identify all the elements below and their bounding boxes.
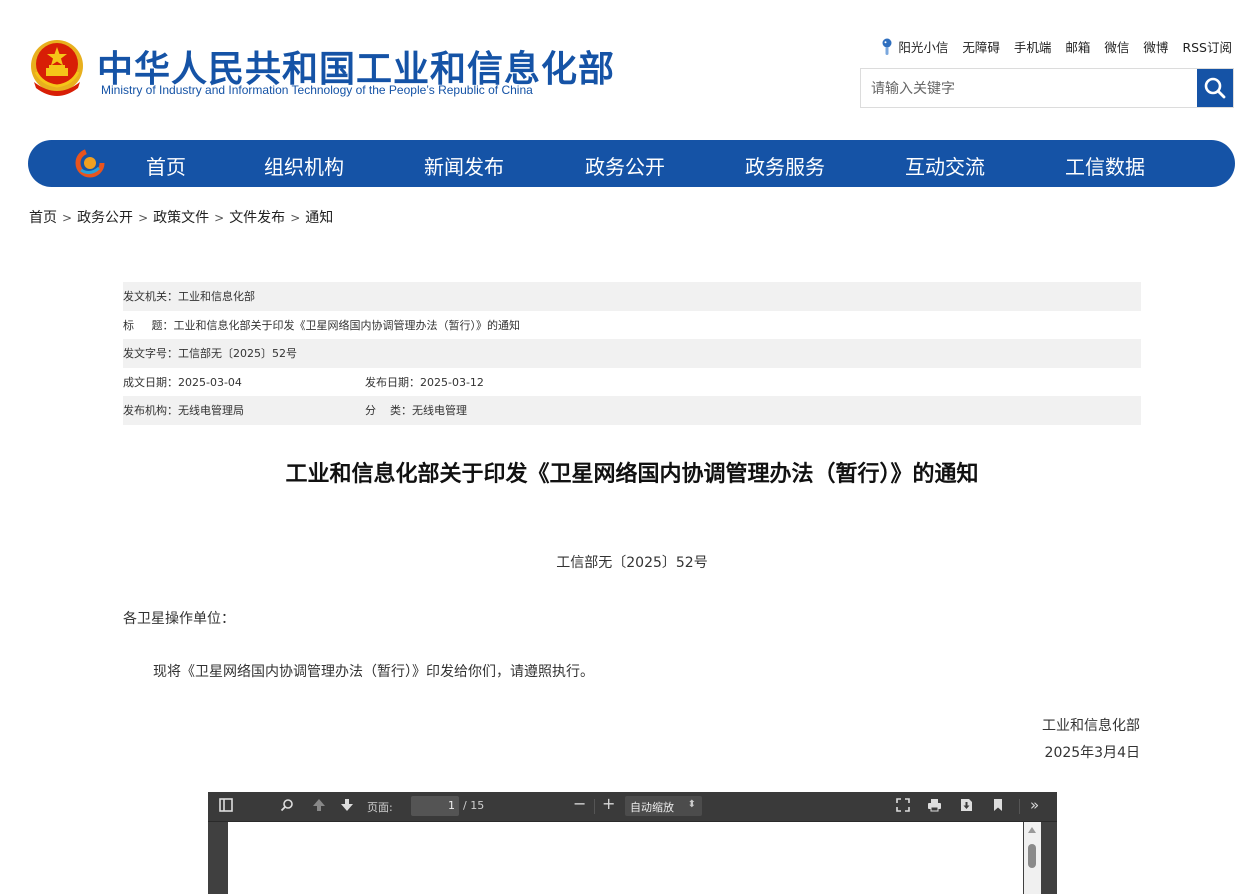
toplink-mail[interactable]: 邮箱 xyxy=(1065,37,1090,56)
meta-title: 标 题：工业和信息化部关于印发《卫星网络国内协调管理办法（暂行）》的通知 xyxy=(123,318,520,332)
nav-item-organization[interactable]: 组织机构 xyxy=(264,151,344,180)
select-arrows-icon: ⬍ xyxy=(687,799,696,810)
search-button[interactable] xyxy=(1197,69,1233,107)
breadcrumb-separator: > xyxy=(290,211,301,225)
meta-category: 分 类：无线电管理 xyxy=(365,404,467,418)
page-number-input[interactable]: 1 xyxy=(411,796,459,816)
nav-item-home[interactable]: 首页 xyxy=(146,151,186,180)
meta-written-date: 成文日期：2025-03-04 xyxy=(123,375,242,389)
scrollbar-thumb[interactable] xyxy=(1028,844,1036,868)
nav-item-government-services[interactable]: 政务服务 xyxy=(745,151,825,180)
zoom-out-icon[interactable]: − xyxy=(573,796,586,812)
toolbar-divider xyxy=(1019,799,1020,814)
document-number: 工信部无〔2025〕52号 xyxy=(556,555,708,571)
meta-row: 发文字号：工信部无〔2025〕52号 xyxy=(123,339,1141,368)
breadcrumb-home[interactable]: 首页 xyxy=(29,210,57,226)
toplink-weibo[interactable]: 微博 xyxy=(1143,37,1168,56)
national-emblem-icon xyxy=(28,38,86,100)
signature-date: 2025年3月4日 xyxy=(1044,745,1140,761)
zoom-select[interactable]: 自动缩放 ⬍ xyxy=(625,796,702,816)
nav-item-interaction[interactable]: 互动交流 xyxy=(905,151,985,180)
breadcrumb-separator: > xyxy=(62,211,73,225)
download-icon[interactable] xyxy=(960,798,973,816)
bookmark-icon[interactable] xyxy=(993,798,1003,816)
scroll-up-arrow-icon[interactable] xyxy=(1028,827,1036,833)
pdf-toolbar: 页面: 1 / 15 − + 自动缩放 ⬍ » xyxy=(208,792,1057,822)
document-body: 现将《卫星网络国内协调管理办法（暂行）》印发给你们，请遵照执行。 xyxy=(153,664,594,680)
ministry-logo-icon xyxy=(75,148,105,178)
presentation-mode-icon[interactable] xyxy=(896,798,910,816)
nav-item-data[interactable]: 工信数据 xyxy=(1065,151,1145,180)
document-meta-table: 发文机关：工业和信息化部 标 题：工业和信息化部关于印发《卫星网络国内协调管理办… xyxy=(123,282,1141,425)
page-total: / 15 xyxy=(463,799,485,812)
find-icon[interactable] xyxy=(280,798,294,816)
main-nav: 首页 组织机构 新闻发布 政务公开 政务服务 互动交流 工信数据 xyxy=(28,140,1235,187)
page-label: 页面: xyxy=(367,801,393,814)
sidebar-toggle-icon[interactable] xyxy=(219,798,233,816)
nav-item-news[interactable]: 新闻发布 xyxy=(424,151,504,180)
toplink-rss[interactable]: RSS订阅 xyxy=(1182,37,1232,56)
toolbar-divider xyxy=(594,799,595,814)
site-subtitle: Ministry of Industry and Information Tec… xyxy=(101,83,533,97)
top-links: 阳光小信 无障碍 手机端 邮箱 微信 微博 RSS订阅 xyxy=(880,37,1232,56)
search-icon xyxy=(1204,77,1226,99)
toplink-mobile[interactable]: 手机端 xyxy=(1014,37,1052,56)
signature-organization: 工业和信息化部 xyxy=(1042,718,1140,734)
toplink-wechat[interactable]: 微信 xyxy=(1104,37,1129,56)
meta-doc-number: 发文字号：工信部无〔2025〕52号 xyxy=(123,347,297,361)
tools-menu-icon[interactable]: » xyxy=(1030,797,1039,813)
breadcrumb: 首页 > 政务公开 > 政策文件 > 文件发布 > 通知 xyxy=(29,207,333,227)
print-icon[interactable] xyxy=(927,798,942,816)
toplink-sunshine[interactable]: 阳光小信 xyxy=(880,37,948,56)
meta-issuer: 发文机关：工业和信息化部 xyxy=(123,290,255,304)
document-title: 工业和信息化部关于印发《卫星网络国内协调管理办法（暂行）》的通知 xyxy=(285,462,979,487)
breadcrumb-government-affairs[interactable]: 政务公开 xyxy=(77,210,133,226)
pdf-canvas xyxy=(208,822,1057,894)
previous-page-icon[interactable] xyxy=(312,798,326,816)
document-addressee: 各卫星操作单位： xyxy=(123,611,235,627)
breadcrumb-policy-documents[interactable]: 政策文件 xyxy=(153,210,209,226)
toplink-accessibility[interactable]: 无障碍 xyxy=(962,37,1000,56)
meta-publishing-org: 发布机构：无线电管理局 xyxy=(123,404,244,418)
search-box xyxy=(860,68,1234,109)
meta-row: 发布机构：无线电管理局 分 类：无线电管理 xyxy=(123,396,1141,425)
pdf-viewer: 页面: 1 / 15 − + 自动缩放 ⬍ » xyxy=(208,792,1057,894)
breadcrumb-separator: > xyxy=(138,211,149,225)
pdf-scrollbar[interactable] xyxy=(1024,822,1041,894)
meta-row: 成文日期：2025-03-04 发布日期：2025-03-12 xyxy=(123,368,1141,397)
toplink-label: 阳光小信 xyxy=(898,40,949,55)
zoom-in-icon[interactable]: + xyxy=(602,796,615,812)
zoom-value: 自动缩放 xyxy=(630,801,674,814)
nav-item-government-affairs[interactable]: 政务公开 xyxy=(585,151,665,180)
meta-row: 标 题：工业和信息化部关于印发《卫星网络国内协调管理办法（暂行）》的通知 xyxy=(123,311,1141,340)
breadcrumb-file-release[interactable]: 文件发布 xyxy=(229,210,285,226)
breadcrumb-separator: > xyxy=(214,211,225,225)
meta-publish-date: 发布日期：2025-03-12 xyxy=(365,375,484,389)
mascot-icon xyxy=(882,38,892,55)
next-page-icon[interactable] xyxy=(340,798,354,816)
pdf-page xyxy=(228,822,1023,894)
search-input[interactable] xyxy=(861,69,1209,109)
breadcrumb-notice[interactable]: 通知 xyxy=(305,210,333,226)
meta-row: 发文机关：工业和信息化部 xyxy=(123,282,1141,311)
